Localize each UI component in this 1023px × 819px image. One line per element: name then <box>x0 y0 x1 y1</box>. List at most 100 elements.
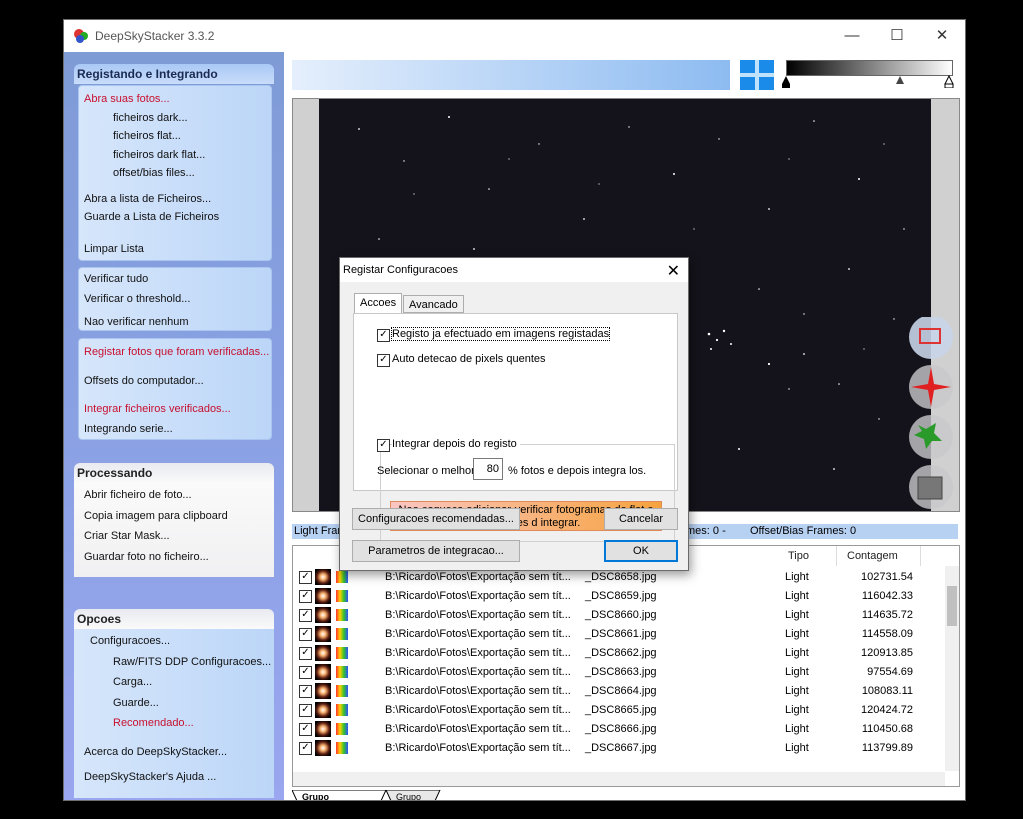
minimize-button[interactable]: — <box>829 20 875 52</box>
scrollbar-thumb[interactable] <box>947 586 957 626</box>
table-row[interactable]: ✓ B:\Ricardo\Fotos\Exportação sem tít... _… <box>293 606 943 625</box>
open-picture-link[interactable]: Abrir ficheiro de foto... <box>84 489 192 501</box>
integration-params-button[interactable]: Parametros de integracao... <box>352 540 520 562</box>
row-file: _DSC8661.jpg <box>585 628 657 640</box>
row-type: Light <box>785 628 809 640</box>
row-checkbox[interactable]: ✓ <box>299 742 312 755</box>
tab-accoes[interactable]: Accoes <box>354 293 403 314</box>
flat-files-link[interactable]: ficheiros flat... <box>113 130 181 142</box>
uncheck-all-link[interactable]: Nao verificar nenhum <box>84 316 189 328</box>
section-registering: Registando e Integrando Abra suas fotos.… <box>74 64 274 442</box>
ok-button[interactable]: OK <box>604 540 678 562</box>
row-path: B:\Ricardo\Fotos\Exportação sem tít... <box>385 723 571 735</box>
group-files: Abra suas fotos... ficheiros dark... fic… <box>78 85 272 261</box>
save-settings-link[interactable]: Guarde... <box>113 697 159 709</box>
tab-avancado[interactable]: Avancado <box>403 295 464 313</box>
table-row[interactable]: ✓ B:\Ricardo\Fotos\Exportação sem tít... _… <box>293 739 943 758</box>
levels-sliders[interactable] <box>782 74 957 88</box>
row-file: _DSC8662.jpg <box>585 647 657 659</box>
percent-input[interactable]: 80 <box>473 458 503 480</box>
dark-flat-files-link[interactable]: ficheiros dark flat... <box>113 149 205 161</box>
load-settings-link[interactable]: Carga... <box>113 676 152 688</box>
column-header-tipo[interactable]: Tipo <box>783 546 837 566</box>
table-row[interactable]: ✓ B:\Ricardo\Fotos\Exportação sem tít... _… <box>293 663 943 682</box>
table-row[interactable]: ✓ B:\Ricardo\Fotos\Exportação sem tít... _… <box>293 587 943 606</box>
clear-list-link[interactable]: Limpar Lista <box>84 243 144 255</box>
row-type: Light <box>785 590 809 602</box>
thumbnail-icon <box>315 683 331 699</box>
hot-pixels-checkbox[interactable]: ✓ <box>377 354 390 367</box>
hot-pixels-label[interactable]: Auto detecao de pixels quentes <box>392 353 546 365</box>
row-checkbox[interactable]: ✓ <box>299 647 312 660</box>
close-button[interactable]: ✕ <box>919 20 965 52</box>
raw-fits-settings-link[interactable]: Raw/FITS DDP Configuracoes... <box>113 656 271 668</box>
check-all-link[interactable]: Verificar tudo <box>84 273 148 285</box>
open-photos-link[interactable]: Abra suas fotos... <box>84 93 170 105</box>
row-checkbox[interactable]: ✓ <box>299 666 312 679</box>
registered-label[interactable]: Registo ja efectuado em imagens registad… <box>390 327 611 341</box>
column-header-contagem[interactable]: Contagem <box>837 546 921 566</box>
row-count: 110450.68 <box>861 723 913 735</box>
row-checkbox[interactable]: ✓ <box>299 685 312 698</box>
dialog-close-icon[interactable]: ✕ <box>667 261 680 281</box>
register-checked-link[interactable]: Registar fotos que foram verificadas... <box>84 346 269 358</box>
vertical-scrollbar[interactable] <box>945 566 959 771</box>
row-file: _DSC8665.jpg <box>585 704 657 716</box>
save-picture-link[interactable]: Guardar foto no ficheiro... <box>84 551 209 563</box>
compute-offsets-link[interactable]: Offsets do computador... <box>84 375 204 387</box>
cancel-button[interactable]: Cancelar <box>604 508 678 530</box>
recommended-settings-button[interactable]: Configuracoes recomendadas... <box>352 508 520 530</box>
row-path: B:\Ricardo\Fotos\Exportação sem tít... <box>385 571 571 583</box>
row-type: Light <box>785 704 809 716</box>
dark-files-link[interactable]: ficheiros dark... <box>113 112 188 124</box>
copy-clipboard-link[interactable]: Copia imagem para clipboard <box>84 510 228 522</box>
save-file-list-link[interactable]: Guarde a Lista de Ficheiros <box>84 211 219 223</box>
section-header-processing: Processando <box>74 463 274 483</box>
stack-checked-link[interactable]: Integrar ficheiros verificados... <box>84 403 231 415</box>
horizontal-scrollbar[interactable] <box>293 772 945 786</box>
thumbnail-icon <box>315 702 331 718</box>
row-count: 114635.72 <box>861 609 913 621</box>
check-threshold-link[interactable]: Verificar o threshold... <box>84 293 190 305</box>
dialog-title: Registar Configuracoes <box>343 264 458 276</box>
open-file-list-link[interactable]: Abra a lista de Ficheiros... <box>84 193 211 205</box>
row-checkbox[interactable]: ✓ <box>299 723 312 736</box>
table-row[interactable]: ✓ B:\Ricardo\Fotos\Exportação sem tít... _… <box>293 682 943 701</box>
row-count: 114558.09 <box>861 628 913 640</box>
row-checkbox[interactable]: ✓ <box>299 704 312 717</box>
histogram-icon <box>336 571 348 583</box>
create-star-mask-link[interactable]: Criar Star Mask... <box>84 530 170 542</box>
row-type: Light <box>785 571 809 583</box>
group-check: Verificar tudo Verificar o threshold... … <box>78 267 272 331</box>
tab-grupo-principal[interactable]: Grupo Principal <box>296 790 346 800</box>
row-checkbox[interactable]: ✓ <box>299 590 312 603</box>
grid-icon[interactable] <box>740 60 774 90</box>
tab-grupo-1[interactable]: Grupo 1 <box>390 790 427 800</box>
integrate-checkbox[interactable]: ✓ <box>377 439 390 452</box>
integrate-label[interactable]: Integrar depois do registo <box>392 438 520 450</box>
row-checkbox[interactable]: ✓ <box>299 571 312 584</box>
about-link[interactable]: Acerca do DeepSkyStacker... <box>84 746 227 758</box>
maximize-button[interactable]: ☐ <box>874 20 920 52</box>
table-row[interactable]: ✓ B:\Ricardo\Fotos\Exportação sem tít... _… <box>293 720 943 739</box>
select-best-suffix: % fotos e depois integra los. <box>508 465 647 477</box>
batch-stacking-link[interactable]: Integrando serie... <box>84 423 173 435</box>
registered-checkbox[interactable]: ✓ <box>377 329 390 342</box>
file-list[interactable]: Tipo Contagem ✓ B:\Ricardo\Fotos\Exportaç… <box>292 545 960 787</box>
row-count: 113799.89 <box>861 742 913 754</box>
table-row[interactable]: ✓ B:\Ricardo\Fotos\Exportação sem tít... _… <box>293 625 943 644</box>
thumbnail-icon <box>315 588 331 604</box>
settings-link[interactable]: Configuracoes... <box>90 635 170 647</box>
row-path: B:\Ricardo\Fotos\Exportação sem tít... <box>385 609 571 621</box>
row-checkbox[interactable]: ✓ <box>299 609 312 622</box>
recommended-settings-link[interactable]: Recomendado... <box>113 717 194 729</box>
table-row[interactable]: ✓ B:\Ricardo\Fotos\Exportação sem tít... _… <box>293 701 943 720</box>
row-type: Light <box>785 647 809 659</box>
table-row[interactable]: ✓ B:\Ricardo\Fotos\Exportação sem tít... _… <box>293 644 943 663</box>
row-path: B:\Ricardo\Fotos\Exportação sem tít... <box>385 628 571 640</box>
row-count: 102731.54 <box>861 571 913 583</box>
row-checkbox[interactable]: ✓ <box>299 628 312 641</box>
help-link[interactable]: DeepSkyStacker's Ajuda ... <box>84 771 216 783</box>
group-stack: Registar fotos que foram verificadas... … <box>78 338 272 440</box>
offset-bias-files-link[interactable]: offset/bias files... <box>113 167 195 179</box>
